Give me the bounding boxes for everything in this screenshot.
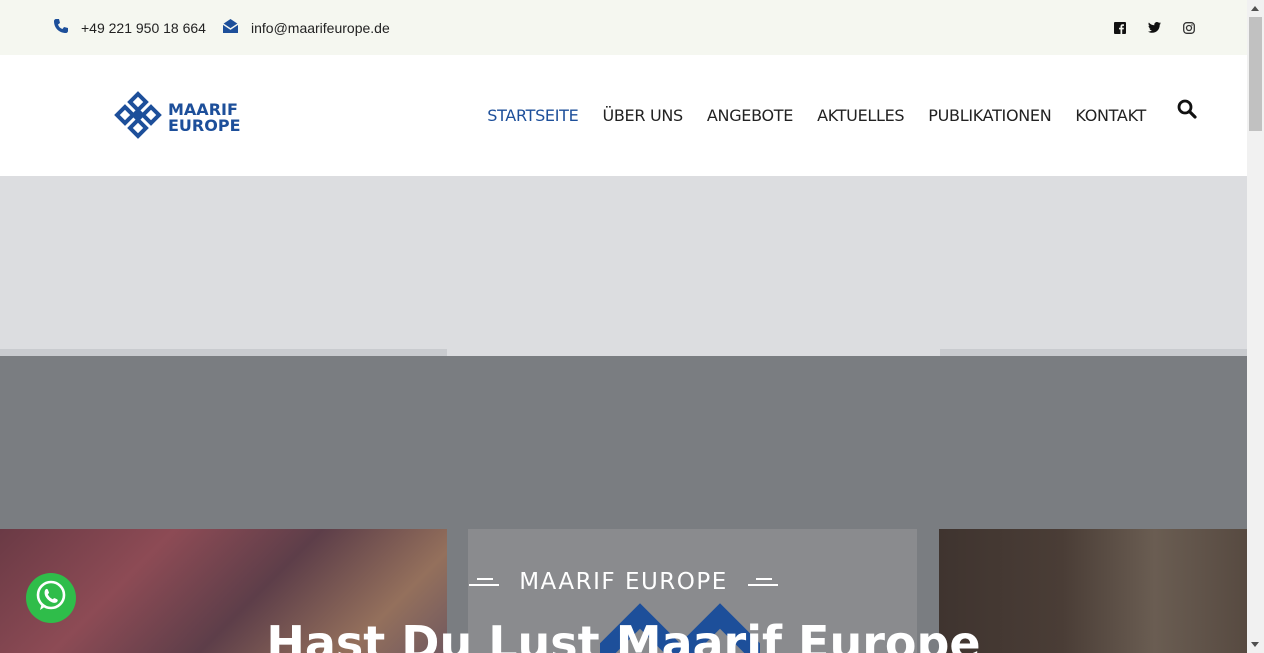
page-scrollbar[interactable] xyxy=(1247,0,1264,653)
phone-icon xyxy=(53,18,69,37)
phone-number: +49 221 950 18 664 xyxy=(81,19,206,36)
twitter-icon[interactable] xyxy=(1148,22,1161,33)
instagram-icon[interactable] xyxy=(1183,21,1195,34)
tagline-dash-right xyxy=(747,578,778,586)
hero-strip-left xyxy=(0,349,447,356)
hero-strip-right xyxy=(940,349,1247,356)
tagline-text: MAARIF EUROPE xyxy=(519,569,728,595)
nav-item-ueber-uns[interactable]: ÜBER UNS xyxy=(602,106,683,125)
nav-item-kontakt[interactable]: KONTAKT xyxy=(1075,106,1146,125)
logo-wordmark: MAARIF EUROPE xyxy=(168,101,241,135)
phone-contact[interactable]: +49 221 950 18 664 xyxy=(53,0,206,55)
email-address: info@maarifeurope.de xyxy=(251,19,390,36)
maarif-emblem-icon xyxy=(114,91,162,144)
search-icon[interactable] xyxy=(1177,99,1197,124)
whatsapp-button[interactable] xyxy=(26,573,76,623)
scroll-up-icon[interactable] xyxy=(1251,6,1259,11)
site-header: MAARIF EUROPE STARTSEITE ÜBER UNS ANGEBO… xyxy=(0,55,1247,176)
main-navigation: STARTSEITE ÜBER UNS ANGEBOTE AKTUELLES P… xyxy=(487,55,1146,176)
whatsapp-icon xyxy=(34,579,68,618)
site-logo[interactable]: MAARIF EUROPE xyxy=(114,91,241,144)
nav-item-angebote[interactable]: ANGEBOTE xyxy=(707,106,794,125)
hero-banner-top xyxy=(0,176,1247,356)
logo-line-2: EUROPE xyxy=(168,115,241,135)
top-bar: +49 221 950 18 664 info@maarifeurope.de xyxy=(0,0,1247,55)
nav-item-aktuelles[interactable]: AKTUELLES xyxy=(817,106,904,125)
nav-item-startseite[interactable]: STARTSEITE xyxy=(487,106,579,125)
nav-item-publikationen[interactable]: PUBLIKATIONEN xyxy=(928,106,1051,125)
hero-tagline: MAARIF EUROPE xyxy=(0,569,1247,595)
envelope-icon xyxy=(222,18,239,37)
scroll-down-icon[interactable] xyxy=(1251,642,1259,647)
scrollbar-thumb[interactable] xyxy=(1249,17,1262,131)
email-contact[interactable]: info@maarifeurope.de xyxy=(222,0,390,55)
facebook-icon[interactable] xyxy=(1114,21,1126,34)
social-links xyxy=(1114,0,1195,55)
hero-headline: Hast Du Lust Maarif Europe xyxy=(266,616,981,653)
tagline-dash-left xyxy=(469,578,500,586)
hero-section: MAARIF EUROPE Hast Du Lust Maarif Europe xyxy=(0,356,1247,653)
